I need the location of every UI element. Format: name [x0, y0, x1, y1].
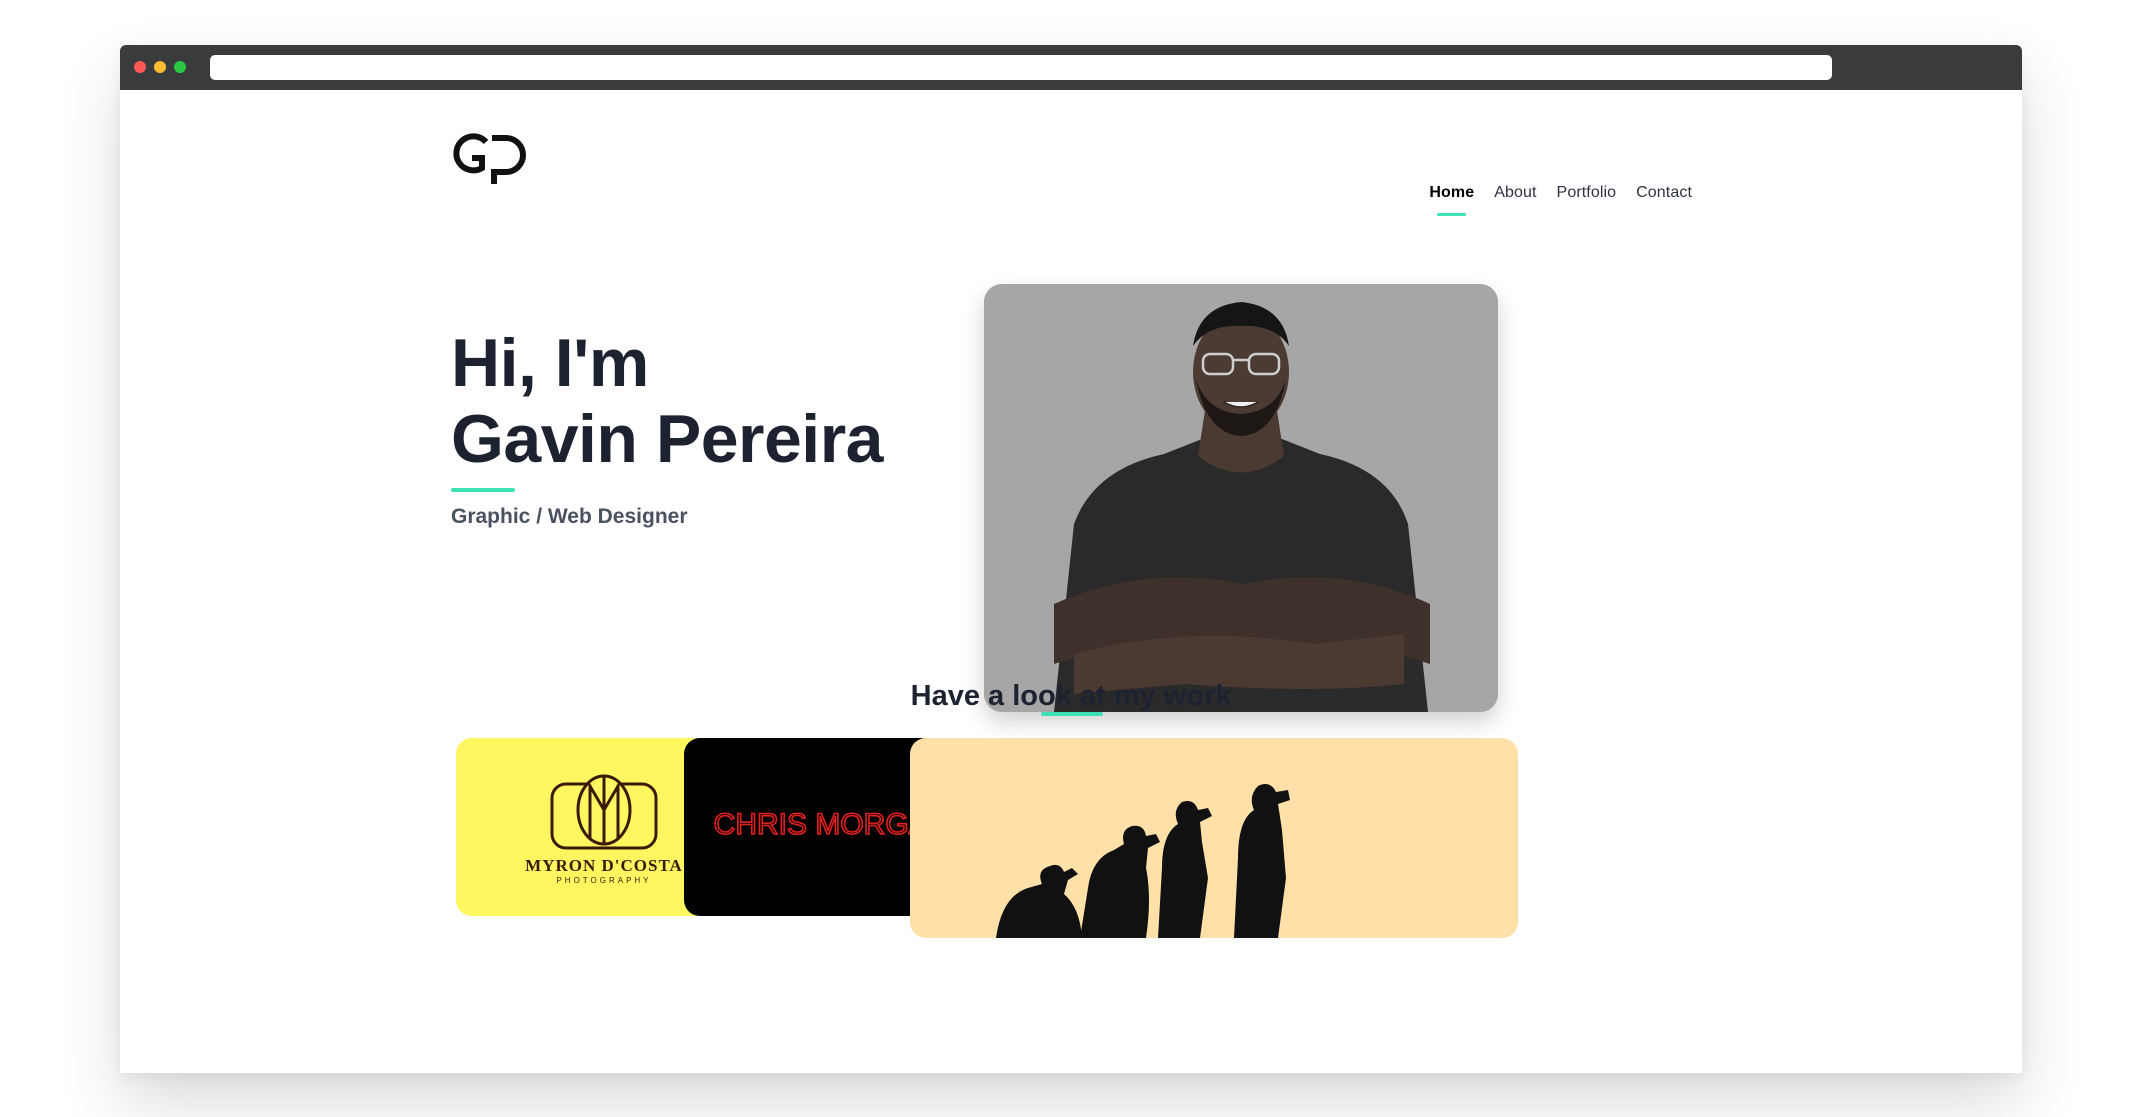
- gp-logo-icon[interactable]: [452, 128, 526, 184]
- hero-role: Graphic / Web Designer: [451, 505, 688, 528]
- browser-window: Home About Portfolio Contact Hi, I'm Gav…: [120, 45, 2022, 1073]
- nav-home[interactable]: Home: [1429, 184, 1474, 216]
- profile-photo: [984, 284, 1498, 712]
- close-window-button[interactable]: [134, 61, 146, 73]
- page-content: Home About Portfolio Contact Hi, I'm Gav…: [120, 90, 2022, 1073]
- photographer-silhouettes-illustration: [996, 784, 1290, 938]
- stage: Home About Portfolio Contact Hi, I'm Gav…: [0, 0, 2141, 1117]
- portfolio-card-photographers[interactable]: [910, 738, 1518, 938]
- browser-chrome: [120, 45, 2022, 90]
- hero-name: Gavin Pereira: [451, 401, 883, 477]
- hero-greeting: Hi, I'm: [451, 325, 649, 401]
- minimize-window-button[interactable]: [154, 61, 166, 73]
- work-heading: Have a look at my work: [910, 680, 1232, 712]
- address-bar[interactable]: [210, 55, 1832, 80]
- nav-portfolio[interactable]: Portfolio: [1557, 184, 1617, 202]
- hero-accent-rule: [451, 488, 515, 492]
- person-illustration: [984, 284, 1498, 712]
- main-nav: Home About Portfolio Contact: [1429, 184, 1692, 216]
- nav-about[interactable]: About: [1494, 184, 1536, 202]
- hero-title: Hi, I'm Gavin Pereira: [451, 325, 883, 477]
- maximize-window-button[interactable]: [174, 61, 186, 73]
- nav-contact[interactable]: Contact: [1636, 184, 1692, 202]
- work-accent-rule: [1041, 712, 1103, 716]
